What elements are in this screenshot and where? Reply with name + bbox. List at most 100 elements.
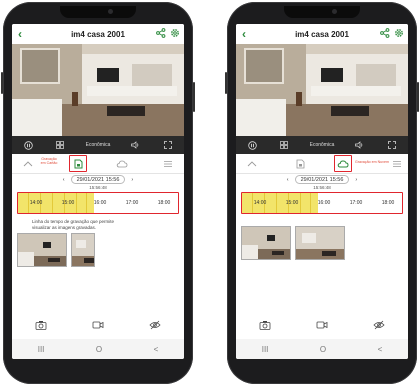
- fullscreen-icon[interactable]: [385, 136, 399, 154]
- recording-thumbnail[interactable]: [17, 233, 67, 267]
- recording-mark: [86, 193, 87, 213]
- living-room-image: [12, 44, 184, 136]
- sd-card-icon[interactable]: [294, 159, 306, 169]
- chevron-left-icon[interactable]: ‹: [242, 27, 246, 41]
- recording-timeline[interactable]: 14:00 15:00 16:00 17:00 18:00: [17, 192, 179, 214]
- player-controls: Econômica: [236, 136, 408, 154]
- timeline-tick: 14:00: [253, 200, 267, 206]
- home-button[interactable]: O: [320, 345, 326, 354]
- chevron-up-icon[interactable]: [246, 159, 258, 169]
- camera-icon[interactable]: [35, 320, 47, 330]
- chevron-left-icon[interactable]: ‹: [18, 27, 22, 41]
- grid-icon[interactable]: [277, 136, 291, 154]
- menu-icon[interactable]: [162, 159, 174, 169]
- speaker-icon[interactable]: [129, 136, 143, 154]
- recording-thumbnail[interactable]: [241, 226, 291, 260]
- live-video-feed[interactable]: [236, 44, 408, 136]
- pause-icon[interactable]: [21, 136, 35, 154]
- quality-selector[interactable]: Econômica: [86, 136, 111, 154]
- phone-screen: ‹ im4 casa 2001: [236, 24, 408, 359]
- gear-icon[interactable]: [394, 28, 404, 38]
- timeline-tick: 14:00: [29, 200, 43, 206]
- date-selector: ‹ 29/01/2021 15:56 ›: [236, 174, 408, 185]
- recording-thumbnail[interactable]: [295, 226, 345, 260]
- home-button[interactable]: O: [96, 345, 102, 354]
- video-icon[interactable]: [316, 320, 328, 330]
- bottom-action-bar: [12, 317, 184, 333]
- front-camera: [108, 9, 113, 14]
- recording-timeline[interactable]: 14:00 15:00 16:00 17:00 18:00: [241, 192, 403, 214]
- menu-icon[interactable]: [391, 159, 403, 169]
- player-controls: Econômica: [12, 136, 184, 154]
- timeline-tick: 16:00: [317, 200, 331, 206]
- recording-mark: [52, 193, 53, 213]
- volume-button: [225, 72, 227, 94]
- camera-icon[interactable]: [259, 320, 271, 330]
- gear-icon[interactable]: [170, 28, 180, 38]
- page-title: im4 casa 2001: [295, 29, 349, 39]
- cloud-icon[interactable]: [337, 159, 349, 169]
- power-button: [417, 82, 419, 112]
- living-room-image: [236, 44, 408, 136]
- recording-mark: [300, 193, 301, 213]
- recording-mark: [76, 193, 77, 213]
- current-timestamp: 15:56:48: [313, 185, 331, 190]
- share-icon[interactable]: [156, 28, 166, 38]
- timeline-tick: 18:00: [157, 200, 171, 206]
- timeline-tick: 17:00: [349, 200, 363, 206]
- recents-button[interactable]: III: [262, 345, 269, 354]
- back-button[interactable]: <: [378, 345, 383, 354]
- timeline-caption: Linha do tempo de gravação que permite v…: [32, 219, 115, 230]
- tutorial-image: ‹ im4 casa 2001 Econômica Gravação em Ca…: [0, 0, 420, 387]
- phone-notch: [60, 6, 136, 18]
- volume-button: [1, 72, 3, 94]
- quality-selector[interactable]: Econômica: [310, 136, 335, 154]
- chevron-right-icon[interactable]: ›: [131, 177, 133, 183]
- timeline-tick: 15:00: [285, 200, 299, 206]
- android-nav-bar: III O <: [236, 339, 408, 359]
- recording-thumbnails: [236, 226, 408, 262]
- front-camera: [332, 9, 337, 14]
- timeline-tick: 17:00: [125, 200, 139, 206]
- recording-mode-bar: Gravação em Cartão: [12, 154, 184, 174]
- eye-off-icon[interactable]: [149, 320, 161, 330]
- app-header: ‹ im4 casa 2001: [236, 24, 408, 44]
- sd-mode-label: Gravação em Cartão: [40, 157, 58, 165]
- bottom-action-bar: [236, 317, 408, 333]
- android-nav-bar: III O <: [12, 339, 184, 359]
- timeline-tick: 16:00: [93, 200, 107, 206]
- app-header: ‹ im4 casa 2001: [12, 24, 184, 44]
- recording-thumbnails: [12, 233, 184, 269]
- recording-thumbnail[interactable]: [71, 233, 95, 267]
- date-field[interactable]: 29/01/2021 15:56: [294, 175, 350, 184]
- share-icon[interactable]: [380, 28, 390, 38]
- chevron-up-icon[interactable]: [22, 159, 34, 169]
- live-video-feed[interactable]: [12, 44, 184, 136]
- date-field[interactable]: 29/01/2021 15:56: [70, 175, 126, 184]
- phone-right: ‹ im4 casa 2001 Econômica Gravação em Nu…: [225, 2, 419, 384]
- timeline-tick: 15:00: [61, 200, 75, 206]
- eye-off-icon[interactable]: [373, 320, 385, 330]
- recording-mark: [310, 193, 311, 213]
- recording-mark: [276, 193, 277, 213]
- power-button: [193, 82, 195, 112]
- recording-mode-bar: Gravação em Nuvem: [236, 154, 408, 174]
- fullscreen-icon[interactable]: [161, 136, 175, 154]
- phone-screen: ‹ im4 casa 2001: [12, 24, 184, 359]
- date-selector: ‹ 29/01/2021 15:56 ›: [12, 174, 184, 185]
- sd-card-icon[interactable]: [72, 159, 84, 169]
- chevron-right-icon[interactable]: ›: [355, 177, 357, 183]
- video-icon[interactable]: [92, 320, 104, 330]
- recents-button[interactable]: III: [38, 345, 45, 354]
- back-button[interactable]: <: [154, 345, 159, 354]
- cloud-icon[interactable]: [116, 159, 128, 169]
- chevron-left-icon[interactable]: ‹: [63, 177, 65, 183]
- phone-notch: [284, 6, 360, 18]
- cloud-mode-label: Gravação em Nuvem: [355, 160, 389, 164]
- pause-icon[interactable]: [245, 136, 259, 154]
- grid-icon[interactable]: [53, 136, 67, 154]
- current-timestamp: 15:56:48: [89, 185, 107, 190]
- chevron-left-icon[interactable]: ‹: [287, 177, 289, 183]
- speaker-icon[interactable]: [353, 136, 367, 154]
- timeline-tick: 18:00: [381, 200, 395, 206]
